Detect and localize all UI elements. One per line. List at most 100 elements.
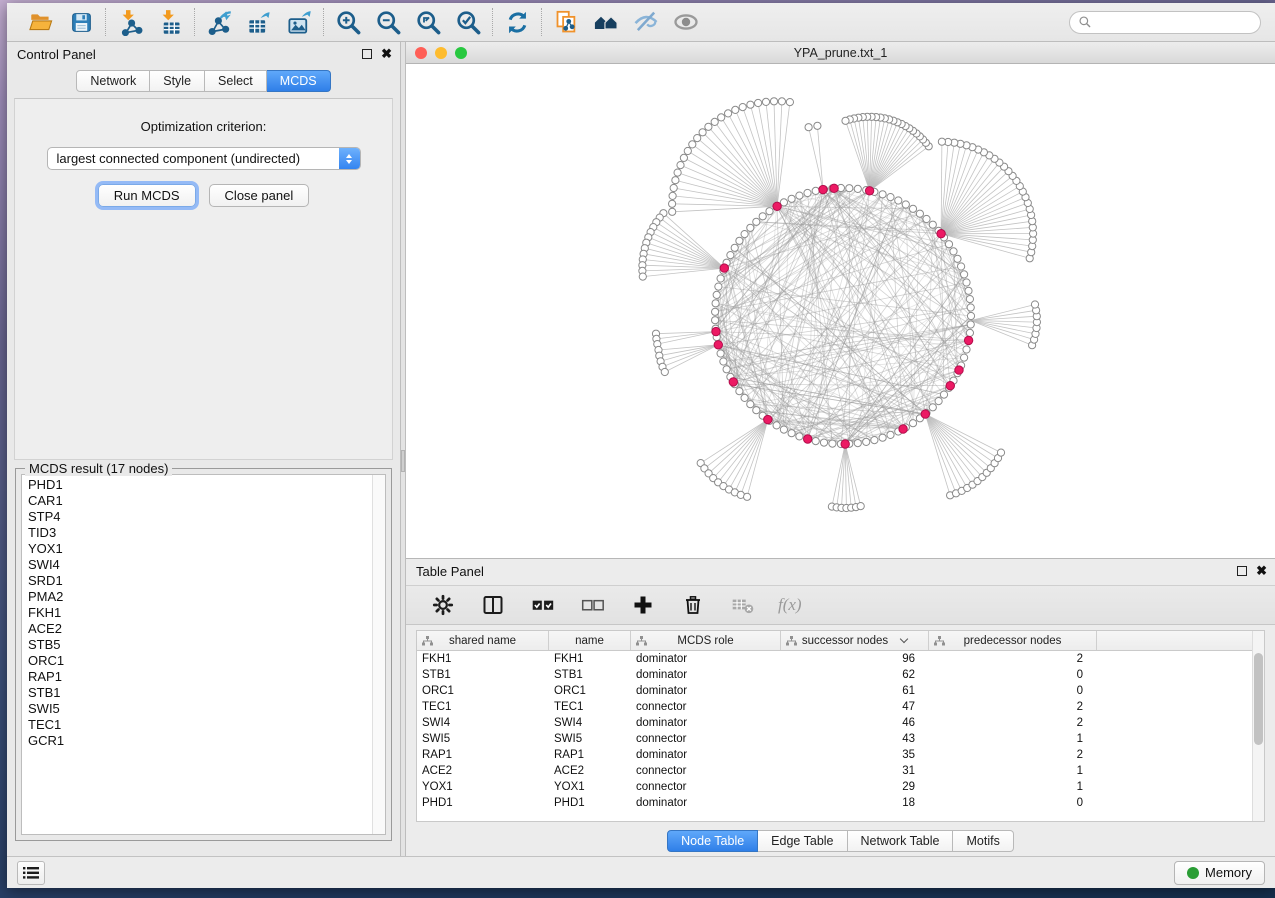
tab-network-table[interactable]: Network Table: [848, 830, 954, 852]
result-list-item[interactable]: RAP1: [28, 669, 372, 685]
zoom-out-icon[interactable]: [373, 7, 403, 37]
result-list-item[interactable]: TEC1: [28, 717, 372, 733]
float-table-panel-button[interactable]: [1237, 566, 1247, 576]
result-list-item[interactable]: SWI5: [28, 701, 372, 717]
node-table[interactable]: shared namenameMCDS rolesuccessor nodesp…: [416, 630, 1265, 822]
result-list-item[interactable]: FKH1: [28, 605, 372, 621]
table-row[interactable]: YOX1YOX1connector291: [417, 779, 1264, 795]
cell-name: PHD1: [549, 797, 631, 809]
close-panel-button[interactable]: Close panel: [209, 184, 310, 207]
mcds-result-title: MCDS result (17 nodes): [25, 461, 172, 476]
cell-shared-name: RAP1: [417, 749, 549, 761]
zoom-selected-icon[interactable]: [453, 7, 483, 37]
cell-shared-name: PHD1: [417, 797, 549, 809]
run-mcds-button[interactable]: Run MCDS: [98, 184, 196, 207]
table-scrollbar[interactable]: [1252, 631, 1264, 821]
cell-successor-nodes: 46: [781, 717, 929, 729]
select-all-columns-icon[interactable]: [528, 590, 558, 620]
mcds-result-list[interactable]: PHD1CAR1STP4TID3YOX1SWI4SRD1PMA2FKH1ACE2…: [21, 474, 386, 835]
network-graph[interactable]: [406, 64, 1275, 558]
table-row[interactable]: PHD1PHD1dominator180: [417, 795, 1264, 811]
import-table-icon[interactable]: [155, 7, 185, 37]
cell-shared-name: ACE2: [417, 765, 549, 777]
zoom-in-icon[interactable]: [333, 7, 363, 37]
result-list-scrollbar[interactable]: [372, 475, 385, 834]
houses-icon[interactable]: [591, 7, 621, 37]
close-table-panel-icon[interactable]: ✖: [1256, 566, 1267, 576]
import-network-icon[interactable]: [115, 7, 145, 37]
result-list-item[interactable]: TID3: [28, 525, 372, 541]
close-panel-icon[interactable]: ✖: [381, 49, 392, 59]
cell-name: SWI4: [549, 717, 631, 729]
table-row[interactable]: SWI5SWI5connector431: [417, 731, 1264, 747]
column-header-MCDS-role[interactable]: MCDS role: [631, 631, 781, 650]
column-header-successor-nodes[interactable]: successor nodes: [781, 631, 929, 650]
splitter-grip[interactable]: [401, 450, 405, 472]
deselect-all-columns-icon[interactable]: [578, 590, 608, 620]
tab-motifs[interactable]: Motifs: [953, 830, 1013, 852]
network-canvas[interactable]: [406, 64, 1275, 558]
result-list-item[interactable]: ACE2: [28, 621, 372, 637]
result-list-item[interactable]: ORC1: [28, 653, 372, 669]
network-window-titlebar[interactable]: YPA_prune.txt_1: [406, 42, 1275, 64]
export-network-icon[interactable]: [204, 7, 234, 37]
save-icon[interactable]: [66, 7, 96, 37]
network-from-file-icon[interactable]: [551, 7, 581, 37]
column-header-shared-name[interactable]: shared name: [417, 631, 549, 650]
hide-details-icon[interactable]: [631, 7, 661, 37]
table-row[interactable]: FKH1FKH1dominator962: [417, 651, 1264, 667]
tab-style[interactable]: Style: [150, 70, 205, 92]
criterion-dropdown[interactable]: largest connected component (undirected): [47, 147, 361, 170]
result-list-item[interactable]: SRD1: [28, 573, 372, 589]
column-header-name[interactable]: name: [549, 631, 631, 650]
show-panels-button[interactable]: [17, 861, 45, 885]
cell-successor-nodes: 96: [781, 653, 929, 665]
control-panel: Control Panel ✖ NetworkStyleSelectMCDS O…: [7, 42, 400, 856]
result-list-item[interactable]: STB5: [28, 637, 372, 653]
column-header-predecessor-nodes[interactable]: predecessor nodes: [929, 631, 1097, 650]
float-panel-button[interactable]: [362, 49, 372, 59]
result-list-item[interactable]: SWI4: [28, 557, 372, 573]
result-list-item[interactable]: GCR1: [28, 733, 372, 749]
table-scrollbar-thumb[interactable]: [1254, 653, 1263, 745]
result-list-item[interactable]: STP4: [28, 509, 372, 525]
search-field[interactable]: [1069, 11, 1261, 34]
cell-MCDS-role: dominator: [631, 685, 781, 697]
result-list-item[interactable]: CAR1: [28, 493, 372, 509]
table-row[interactable]: STB1STB1dominator620: [417, 667, 1264, 683]
export-image-icon[interactable]: [284, 7, 314, 37]
search-input[interactable]: [1092, 15, 1252, 29]
table-panel-title: Table Panel: [416, 564, 484, 579]
table-row[interactable]: SWI4SWI4dominator462: [417, 715, 1264, 731]
export-table-icon[interactable]: [244, 7, 274, 37]
table-row[interactable]: ORC1ORC1dominator610: [417, 683, 1264, 699]
result-list-item[interactable]: PHD1: [28, 477, 372, 493]
cell-predecessor-nodes: 2: [929, 701, 1097, 713]
delete-column-icon[interactable]: [678, 590, 708, 620]
memory-button[interactable]: Memory: [1174, 861, 1265, 885]
table-row[interactable]: TEC1TEC1connector472: [417, 699, 1264, 715]
table-settings-gear-icon[interactable]: [428, 590, 458, 620]
add-column-icon[interactable]: [628, 590, 658, 620]
result-list-item[interactable]: YOX1: [28, 541, 372, 557]
open-folder-icon[interactable]: [26, 7, 56, 37]
vertical-splitter[interactable]: [400, 42, 406, 856]
function-builder-icon: f(x): [778, 595, 802, 615]
result-list-item[interactable]: STB1: [28, 685, 372, 701]
tab-mcds[interactable]: MCDS: [267, 70, 331, 92]
criterion-selected-value: largest connected component (undirected): [48, 151, 339, 166]
tab-select[interactable]: Select: [205, 70, 267, 92]
zoom-fit-icon[interactable]: [413, 7, 443, 37]
table-row[interactable]: ACE2ACE2connector311: [417, 763, 1264, 779]
split-columns-icon[interactable]: [478, 590, 508, 620]
tab-edge-table[interactable]: Edge Table: [758, 830, 847, 852]
table-row[interactable]: RAP1RAP1dominator352: [417, 747, 1264, 763]
refresh-icon[interactable]: [502, 7, 532, 37]
cell-shared-name: SWI5: [417, 733, 549, 745]
cell-successor-nodes: 47: [781, 701, 929, 713]
tab-network[interactable]: Network: [76, 70, 150, 92]
memory-status-dot: [1187, 867, 1199, 879]
show-details-icon[interactable]: [671, 7, 701, 37]
tab-node-table[interactable]: Node Table: [667, 830, 758, 852]
result-list-item[interactable]: PMA2: [28, 589, 372, 605]
